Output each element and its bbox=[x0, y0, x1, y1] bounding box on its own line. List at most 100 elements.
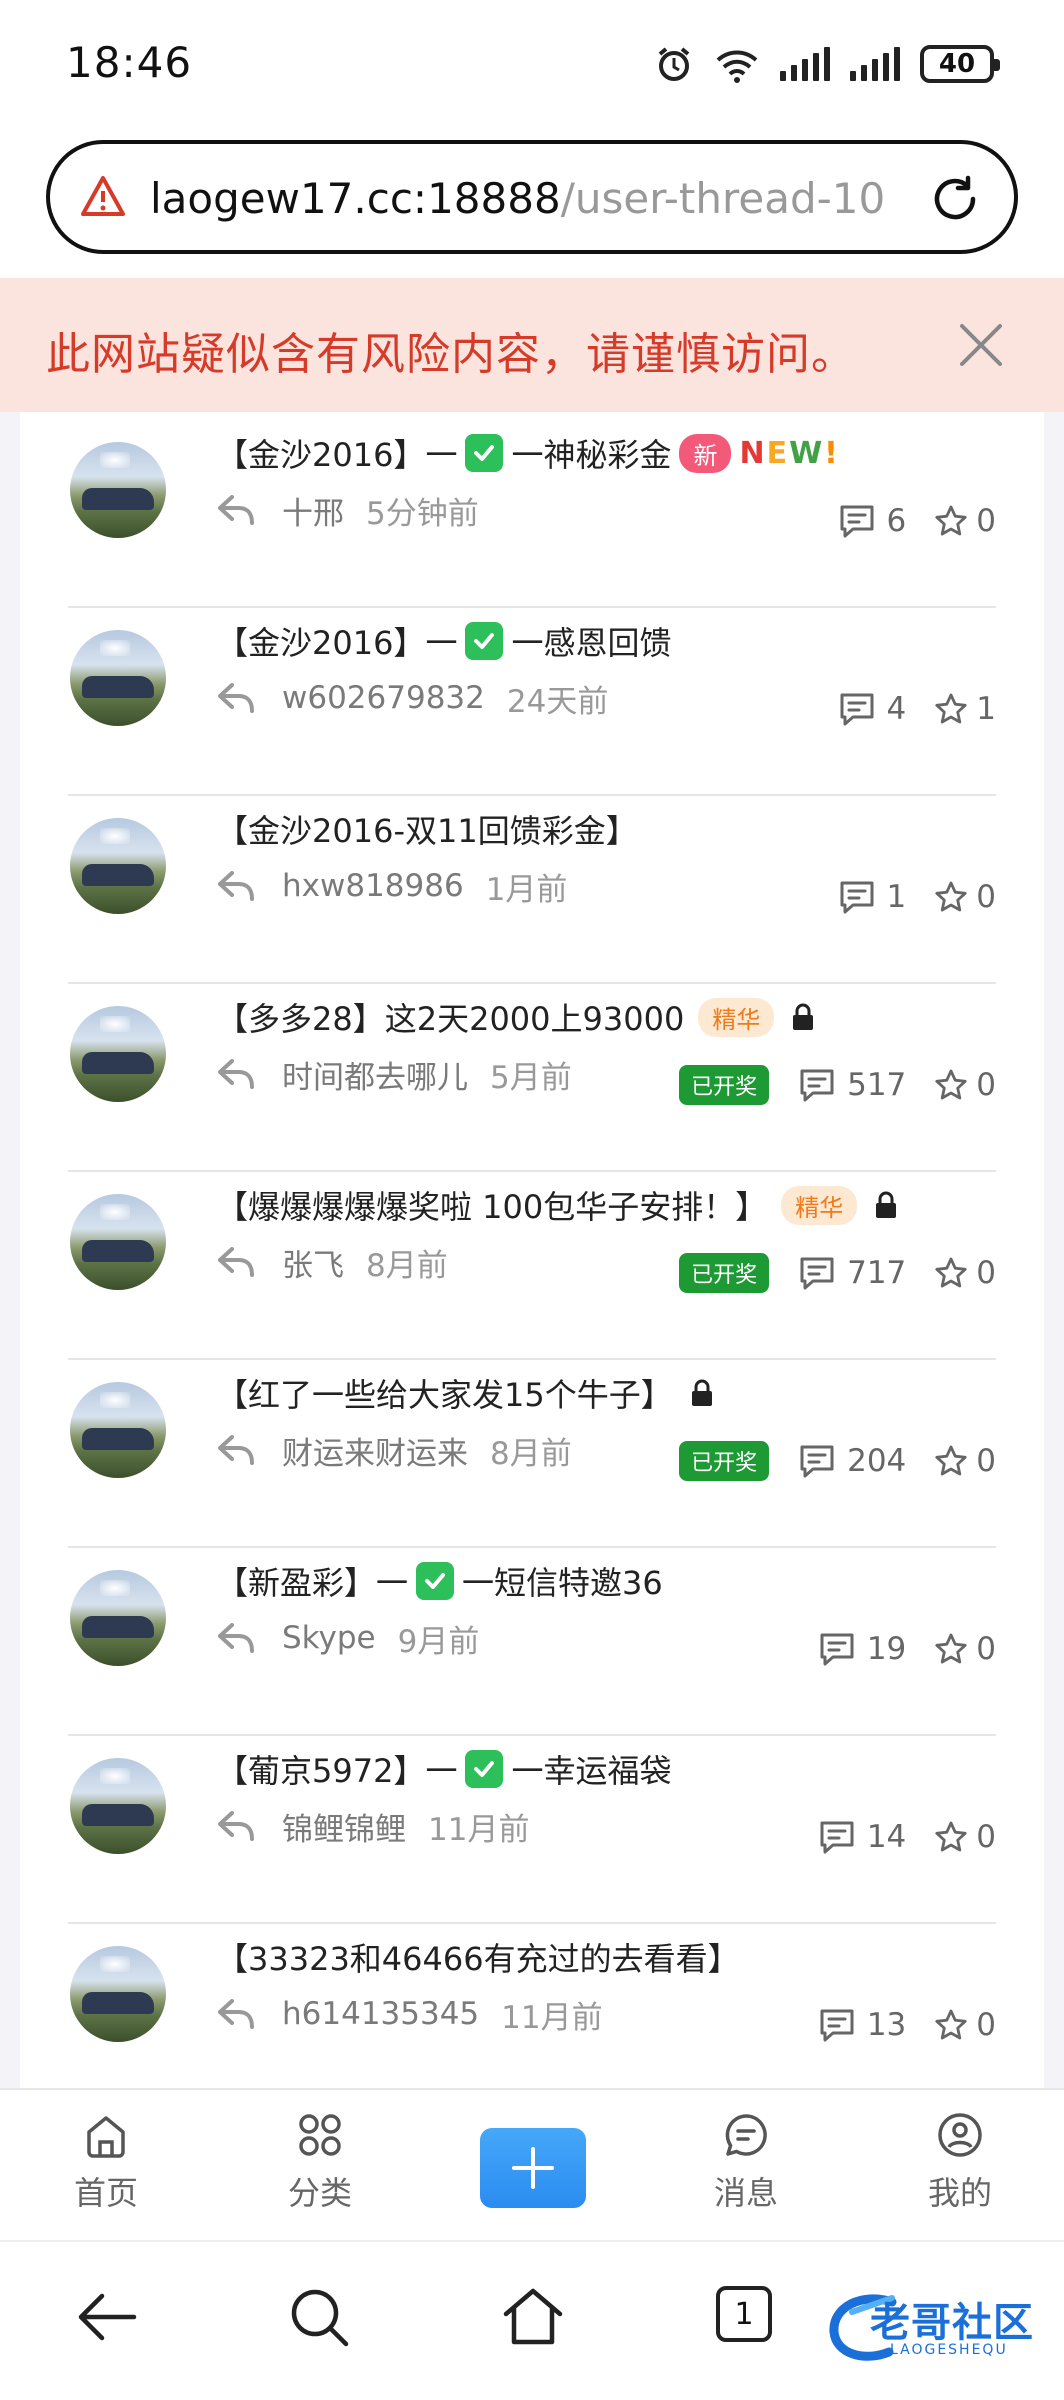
star-icon[interactable] bbox=[934, 1256, 968, 1290]
comment-count: 14 bbox=[866, 1819, 907, 1855]
tab-category[interactable]: 分类 bbox=[260, 2110, 380, 2214]
thread-row[interactable]: 【红了一些给大家发15个牛子】 财运来财运来 8月前 已开奖 204 0 bbox=[68, 1360, 996, 1548]
thread-title[interactable]: 【金沙2016】一 一神秘彩金新 NEW! bbox=[216, 428, 840, 478]
back-arrow-icon[interactable] bbox=[72, 2282, 142, 2352]
thread-stats: 已开奖 717 0 bbox=[679, 1250, 996, 1296]
star-icon[interactable] bbox=[934, 880, 968, 914]
status-icons: 40 bbox=[654, 44, 1000, 84]
thread-row[interactable]: 【金沙2016】一 一神秘彩金新 NEW! 十邢 5分钟前 6 0 bbox=[68, 420, 996, 608]
tab-mine-label: 我的 bbox=[927, 2174, 992, 2212]
thread-meta: 财运来财运来 8月前 bbox=[216, 1426, 572, 1474]
lock-icon bbox=[876, 1191, 897, 1218]
add-post-button[interactable] bbox=[480, 2128, 586, 2208]
comment-count: 19 bbox=[866, 1631, 907, 1667]
thread-author[interactable]: h614135345 bbox=[282, 1996, 479, 2032]
thread-meta: 十邢 5分钟前 bbox=[216, 486, 479, 534]
avatar[interactable] bbox=[70, 1758, 166, 1854]
tabs-count-button[interactable]: 1 bbox=[716, 2286, 772, 2342]
star-count: 0 bbox=[976, 1067, 996, 1103]
thread-row[interactable]: 【金沙2016-双11回馈彩金】 hxw818986 1月前 1 0 bbox=[68, 796, 996, 984]
star-count: 0 bbox=[976, 1255, 996, 1291]
thread-title-text: 【金沙2016】一 bbox=[216, 436, 458, 474]
bottom-tabbar: 首页 分类 消息 我的 bbox=[0, 2088, 1064, 2240]
risk-message: 此网站疑似含有风险内容，请谨慎访问。 bbox=[46, 329, 856, 380]
avatar[interactable] bbox=[70, 1946, 166, 2042]
home-icon bbox=[87, 2116, 125, 2158]
thread-title-text: 【金沙2016-双11回馈彩金】 bbox=[216, 812, 638, 850]
comment-count: 517 bbox=[847, 1067, 907, 1103]
thread-row[interactable]: 【多多28】这2天2000上93000 精华 时间都去哪儿 5月前 已开奖 517 0 bbox=[68, 984, 996, 1172]
thread-title[interactable]: 【多多28】这2天2000上93000 精华 bbox=[216, 992, 816, 1042]
thread-author[interactable]: 张飞 bbox=[282, 1240, 344, 1285]
star-icon[interactable] bbox=[934, 504, 968, 538]
star-count: 0 bbox=[976, 1819, 996, 1855]
thread-row[interactable]: 【金沙2016】一 一感恩回馈 w602679832 24天前 4 1 bbox=[68, 608, 996, 796]
thread-author[interactable]: w602679832 bbox=[282, 680, 485, 716]
reply-icon bbox=[218, 683, 254, 713]
thread-author[interactable]: 锦鲤锦鲤 bbox=[282, 1804, 406, 1849]
thread-title-text: 一幸运福袋 bbox=[511, 1752, 672, 1790]
watermark-subtitle: LAOGESHEQU bbox=[890, 2342, 1008, 2358]
risk-banner: 此网站疑似含有风险内容，请谨慎访问。 bbox=[0, 278, 1064, 412]
thread-author[interactable]: Skype bbox=[282, 1620, 376, 1656]
search-icon[interactable] bbox=[284, 2282, 354, 2352]
avatar[interactable] bbox=[70, 1382, 166, 1478]
avatar[interactable] bbox=[70, 442, 166, 538]
thread-row[interactable]: 【葡京5972】一 一幸运福袋 锦鲤锦鲤 11月前 14 0 bbox=[68, 1736, 996, 1924]
thread-title[interactable]: 【新盈彩】一 一短信特邀36 bbox=[216, 1556, 663, 1606]
star-count: 0 bbox=[976, 2007, 996, 2043]
thread-title[interactable]: 【红了一些给大家发15个牛子】 bbox=[216, 1368, 715, 1418]
warning-icon[interactable] bbox=[80, 174, 126, 220]
comment-icon bbox=[800, 1069, 834, 1102]
home-nav-icon[interactable] bbox=[498, 2282, 568, 2352]
thread-stats: 60 bbox=[837, 498, 996, 544]
thread-title[interactable]: 【金沙2016】一 一感恩回馈 bbox=[216, 616, 671, 666]
reply-icon bbox=[218, 1811, 254, 1841]
star-icon[interactable] bbox=[934, 1444, 968, 1478]
tab-home[interactable]: 首页 bbox=[46, 2110, 166, 2214]
signal-icon-2 bbox=[850, 47, 900, 81]
reply-icon bbox=[218, 495, 254, 525]
thread-time: 5月前 bbox=[490, 1059, 572, 1096]
thread-meta: Skype 9月前 bbox=[216, 1614, 479, 1662]
thread-author[interactable]: 时间都去哪儿 bbox=[282, 1052, 468, 1097]
thread-title-text: 【多多28】这2天2000上93000 bbox=[216, 1000, 685, 1038]
thread-author[interactable]: 十邢 bbox=[282, 488, 344, 533]
thread-title-text: 【金沙2016】一 bbox=[216, 624, 458, 662]
tab-mine[interactable]: 我的 bbox=[900, 2110, 1020, 2214]
avatar[interactable] bbox=[70, 818, 166, 914]
avatar[interactable] bbox=[70, 1570, 166, 1666]
reload-icon[interactable] bbox=[926, 170, 984, 228]
close-icon[interactable] bbox=[954, 318, 1008, 372]
avatar[interactable] bbox=[70, 1006, 166, 1102]
thread-stats: 14 0 bbox=[817, 1814, 996, 1860]
avatar[interactable] bbox=[70, 1194, 166, 1290]
tab-messages[interactable]: 消息 bbox=[686, 2110, 806, 2214]
thread-author[interactable]: 财运来财运来 bbox=[282, 1428, 468, 1473]
thread-title[interactable]: 【金沙2016-双11回馈彩金】 bbox=[216, 804, 638, 854]
thread-title[interactable]: 【33323和46466有充过的去看看】 bbox=[216, 1932, 740, 1982]
star-icon[interactable] bbox=[934, 2008, 968, 2042]
thread-title[interactable]: 【爆爆爆爆爆奖啦 100包华子安排！】 精华 bbox=[216, 1180, 899, 1230]
star-icon[interactable] bbox=[934, 1068, 968, 1102]
thread-stats: 13 0 bbox=[817, 2002, 996, 2048]
thread-meta: 张飞 8月前 bbox=[216, 1238, 448, 1286]
alarm-icon bbox=[658, 47, 690, 81]
url-bar[interactable]: laogew17.cc:18888/user-thread-10 bbox=[46, 140, 1018, 254]
thread-row[interactable]: 【新盈彩】一 一短信特邀36 Skype 9月前 19 0 bbox=[68, 1548, 996, 1736]
star-icon[interactable] bbox=[934, 1820, 968, 1854]
thread-title[interactable]: 【葡京5972】一 一幸运福袋 bbox=[216, 1744, 671, 1794]
url-text[interactable]: laogew17.cc:18888/user-thread-10 bbox=[150, 174, 930, 223]
signal-icon bbox=[780, 47, 830, 81]
star-icon[interactable] bbox=[934, 1632, 968, 1666]
avatar[interactable] bbox=[70, 630, 166, 726]
thread-row[interactable]: 【爆爆爆爆爆奖啦 100包华子安排！】 精华 张飞 8月前 已开奖 717 0 bbox=[68, 1172, 996, 1360]
reply-icon bbox=[218, 1623, 254, 1653]
thread-time: 8月前 bbox=[490, 1435, 572, 1472]
star-icon[interactable] bbox=[934, 692, 968, 726]
thread-meta: 时间都去哪儿 5月前 bbox=[216, 1050, 572, 1098]
thread-author[interactable]: hxw818986 bbox=[282, 868, 464, 904]
comment-count: 13 bbox=[866, 2007, 907, 2043]
thread-row[interactable]: 【33323和46466有充过的去看看】 h614135345 11月前 13 0 bbox=[68, 1924, 996, 2112]
tab-category-label: 分类 bbox=[287, 2174, 352, 2212]
